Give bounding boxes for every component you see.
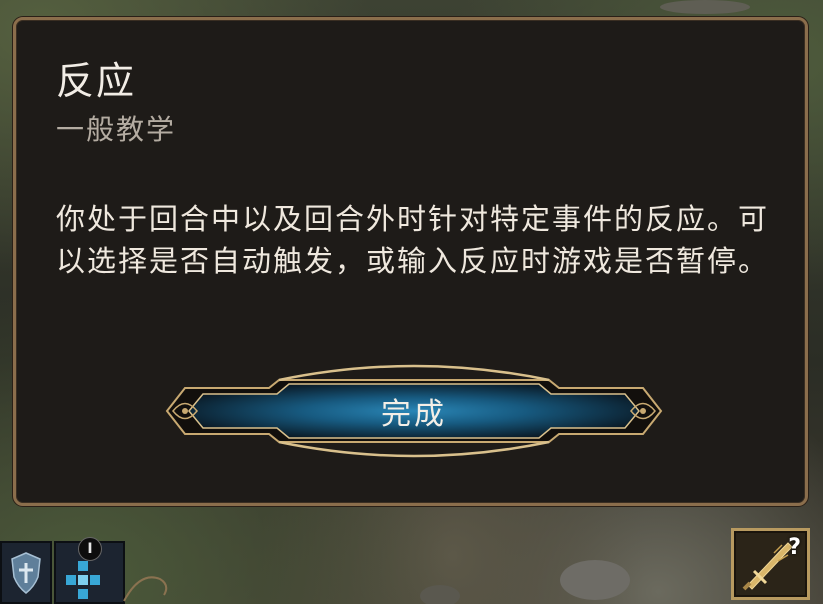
ornament-icon: [123, 576, 168, 602]
help-icon: ?: [788, 535, 801, 560]
hotbar-slot-shield[interactable]: [0, 541, 52, 604]
background-rock: [420, 585, 460, 604]
dialog-title: 反应: [56, 59, 137, 103]
tutorial-dialog: 反应 一般教学 你处于回合中以及回合外时针对特定事件的反应。可以选择是否自动触发…: [13, 17, 808, 506]
hotbar-slot-formation[interactable]: I: [54, 537, 125, 604]
done-button[interactable]: 完成: [199, 388, 629, 434]
shield-icon: [11, 552, 41, 594]
hotbar-left: I: [0, 537, 168, 604]
dialog-body-text: 你处于回合中以及回合外时针对特定事件的反应。可以选择是否自动触发，或输入反应时游…: [56, 202, 770, 278]
game-scene: 反应 一般教学 你处于回合中以及回合外时针对特定事件的反应。可以选择是否自动触发…: [0, 0, 823, 604]
background-rock: [560, 560, 630, 600]
hotbar-badge-label: I: [87, 541, 93, 557]
dialog-subtitle: 一般教学: [56, 113, 177, 146]
hotbar-badge: I: [78, 537, 102, 561]
done-button-frame: 完成: [159, 358, 669, 464]
background-rock: [660, 0, 750, 14]
help-button[interactable]: ?: [731, 528, 810, 600]
